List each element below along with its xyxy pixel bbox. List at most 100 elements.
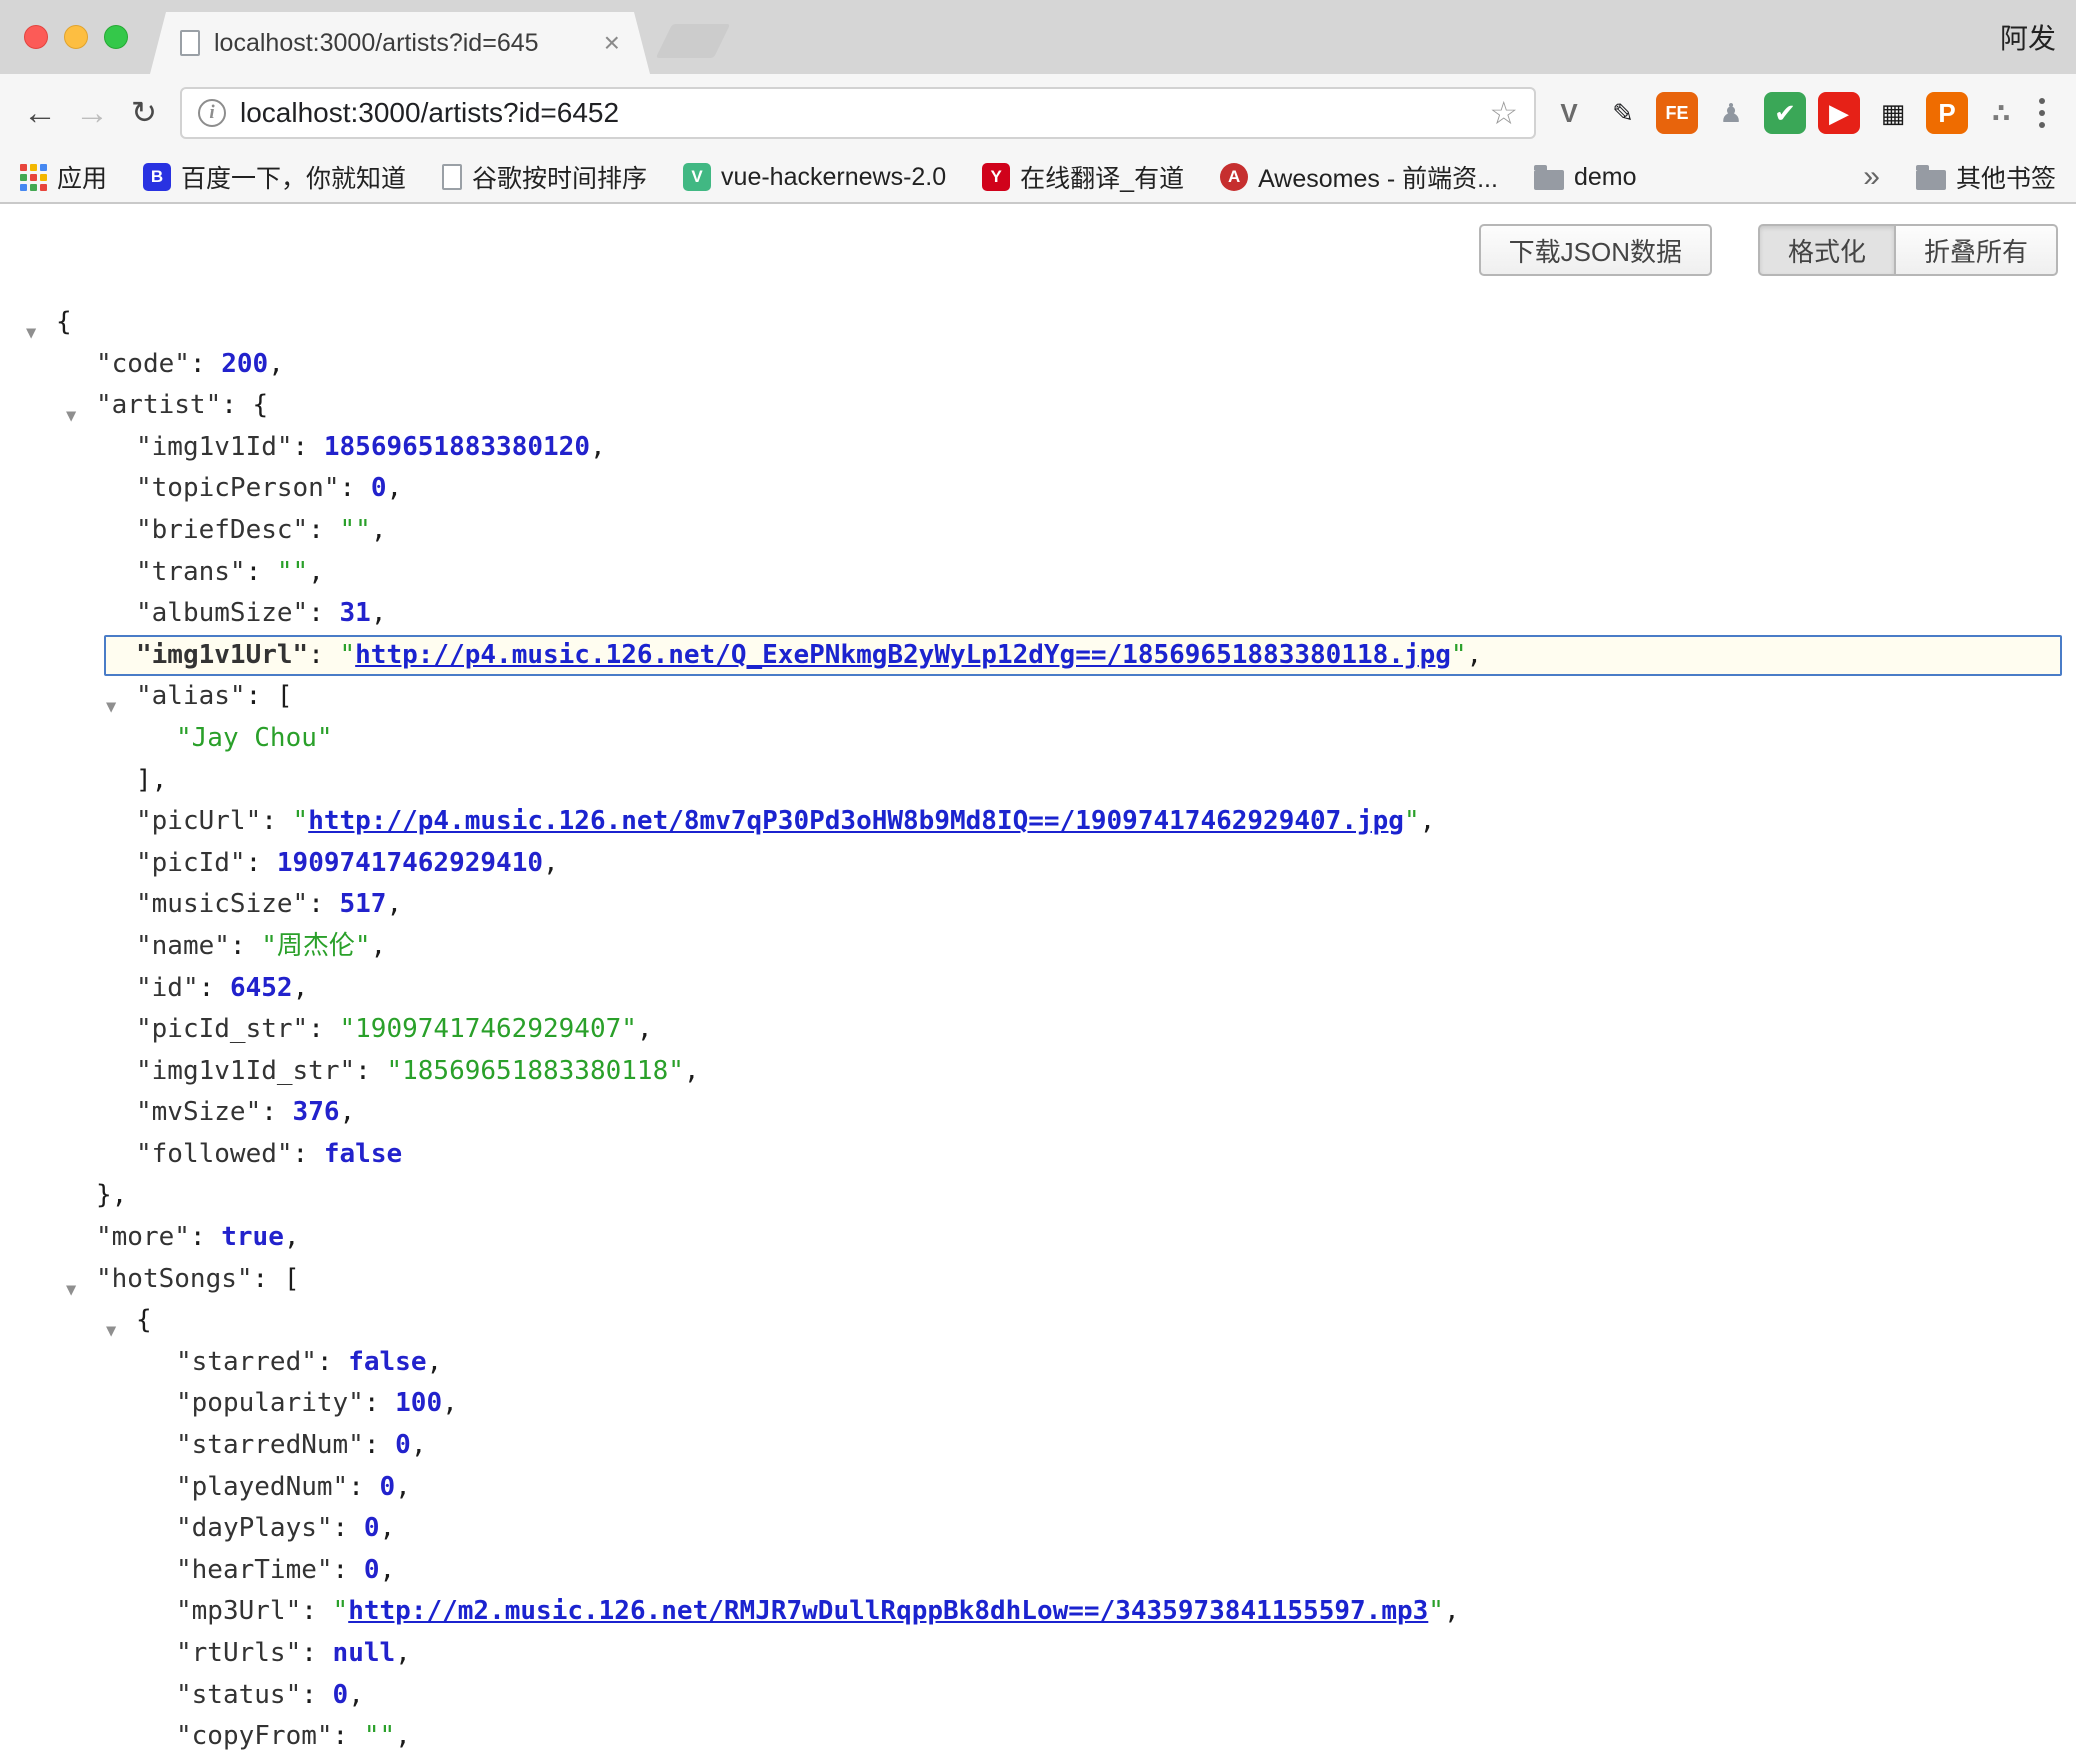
profile-name: 阿发 [2000,0,2056,74]
json-punct: , [308,557,324,587]
browser-tab[interactable]: localhost:3000/artists?id=645 × [150,12,650,74]
bookmark-vue-hackernews[interactable]: Vvue-hackernews-2.0 [683,159,946,195]
bookmark-star-icon[interactable]: ☆ [1489,94,1518,132]
json-number: 19097417462929410 [277,848,543,878]
tab-title: localhost:3000/artists?id=645 [214,29,590,58]
json-url-link[interactable]: http://p4.music.126.net/8mv7qP30Pd3oHW8b… [308,806,1404,836]
json-punct: , [1420,806,1436,836]
bookmark-awesomes[interactable]: AAwesomes - 前端资... [1220,159,1498,195]
bookmarks-overflow-chevron[interactable]: » [1863,160,1880,194]
json-punct: : [364,1388,395,1418]
json-literal: false [324,1139,402,1169]
json-punct: , [637,1014,653,1044]
back-button[interactable]: ← [14,87,66,139]
page-info-icon[interactable]: i [198,99,226,127]
address-bar[interactable]: i localhost:3000/artists?id=6452 ☆ [180,87,1536,139]
json-number: 0 [395,1430,411,1460]
navigation-bar: ← → ↻ i localhost:3000/artists?id=6452 ☆… [0,74,2076,152]
json-punct: : [ [246,681,293,711]
json-number: 0 [364,1555,380,1585]
json-punct: : [301,1638,332,1668]
bookmark-youdao[interactable]: Y在线翻译_有道 [982,159,1184,195]
json-punct: , [426,1347,442,1377]
json-url-link[interactable]: http://m2.music.126.net/RMJR7wDullRqppBk… [348,1596,1428,1626]
vimium-icon[interactable]: V [1548,92,1590,134]
json-punct: , [380,1555,396,1585]
new-tab-button[interactable] [656,24,731,58]
json-literal: true [221,1222,284,1252]
json-key: "trans" [136,557,246,587]
shield-icon[interactable]: ✔ [1764,92,1806,134]
json-number: 376 [293,1097,340,1127]
bookmark-baidu[interactable]: B 百度一下，你就知道 [143,159,406,195]
collapse-all-button[interactable]: 折叠所有 [1894,224,2058,276]
json-punct: : [190,1222,221,1252]
json-number: 0 [333,1680,349,1710]
json-string: "18569651883380118" [386,1056,683,1086]
json-viewer: ▼{"code": 200,▼"artist": {"img1v1Id": 18… [0,302,2076,1754]
json-key: "musicSize" [136,889,308,919]
json-key: "img1v1Url" [136,640,308,670]
translate-pen-icon[interactable]: ✎ [1602,92,1644,134]
folder-icon [1916,170,1946,190]
baidu-favicon-icon: B [143,163,171,191]
browser-menu-button[interactable] [2022,92,2062,134]
bookmark-demo[interactable]: demo [1534,159,1637,195]
json-line: "copyFrom": "", [0,1716,2076,1754]
url-text[interactable]: localhost:3000/artists?id=6452 [240,97,1475,129]
json-key: "starred" [176,1347,317,1377]
paw-icon[interactable]: ∴ [1980,92,2022,134]
json-punct: : [308,889,339,919]
download-json-button[interactable]: 下载JSON数据 [1479,224,1712,276]
json-punct: : [364,1430,395,1460]
json-key: "playedNum" [176,1472,348,1502]
json-line: "id": 6452, [0,968,2076,1010]
awesomes-favicon-icon: A [1220,163,1248,191]
json-punct: , [268,349,284,379]
json-punct: : [355,1056,386,1086]
json-line: "starred": false, [0,1342,2076,1384]
json-punct: : [308,598,339,628]
bookmark-label: vue-hackernews-2.0 [721,163,946,192]
json-punct: : [261,1097,292,1127]
forward-button[interactable]: → [66,87,118,139]
json-line: ▼"hotSongs": [ [0,1259,2076,1301]
apps-shortcut[interactable]: 应用 [20,159,107,195]
json-punct: : [246,557,277,587]
json-punct: , [543,848,559,878]
json-punct: , [590,432,606,462]
bookmark-label: 百度一下，你就知道 [181,159,406,195]
close-window-button[interactable] [24,25,48,49]
fehelper-icon[interactable]: FE [1656,92,1698,134]
json-line: "name": "周杰伦", [0,926,2076,968]
json-punct: : [230,931,261,961]
json-string: "19097417462929407" [340,1014,637,1044]
json-key: "img1v1Id_str" [136,1056,355,1086]
youtube-icon[interactable]: ▶ [1818,92,1860,134]
json-key: "id" [136,973,199,1003]
json-line: "hearTime": 0, [0,1550,2076,1592]
json-punct: : [261,806,292,836]
json-url-link[interactable]: http://p4.music.126.net/Q_ExePNkmgB2yWyL… [355,640,1451,670]
json-punct: , [1444,1596,1460,1626]
json-key: "hearTime" [176,1555,333,1585]
zoom-window-button[interactable] [104,25,128,49]
json-punct: : [317,1347,348,1377]
person-icon[interactable]: ♟ [1710,92,1752,134]
json-punct: , [411,1430,427,1460]
json-line: "img1v1Url": "http://p4.music.126.net/Q_… [0,635,2076,677]
minimize-window-button[interactable] [64,25,88,49]
json-punct: , [348,1680,364,1710]
json-key: "picUrl" [136,806,261,836]
json-number: 31 [340,598,371,628]
tab-close-icon[interactable]: × [604,29,620,57]
json-punct: : [308,640,339,670]
other-bookmarks[interactable]: 其他书签 [1916,159,2056,195]
qrcode-icon[interactable]: ▦ [1872,92,1914,134]
player-icon[interactable]: P [1926,92,1968,134]
json-line: "rtUrls": null, [0,1633,2076,1675]
reload-button[interactable]: ↻ [118,87,170,139]
json-punct: , [371,931,387,961]
format-button[interactable]: 格式化 [1758,224,1896,276]
bookmark-google-sort[interactable]: 谷歌按时间排序 [442,159,647,195]
